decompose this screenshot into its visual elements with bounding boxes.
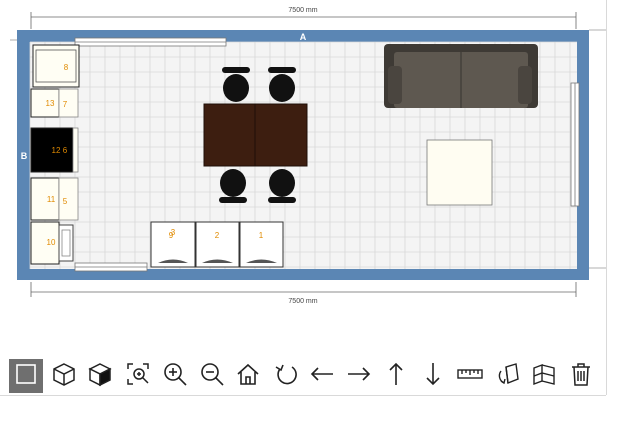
square-select-icon [13, 361, 39, 392]
window-bottom[interactable] [74, 262, 148, 272]
chair[interactable] [222, 67, 250, 102]
cabinet-11-label: 11 [47, 195, 56, 204]
trash-icon [568, 361, 594, 392]
dimension-bottom [30, 282, 577, 297]
rotate-3d-button[interactable] [492, 359, 526, 393]
walls-view-button[interactable] [527, 359, 561, 393]
cabinet-8-label: 8 [64, 63, 69, 72]
cabinet-5-label: 5 [63, 197, 68, 206]
appliance-2[interactable] [195, 221, 240, 268]
toolbar [0, 355, 606, 395]
zoom-fit-icon [125, 361, 151, 392]
rotate-button[interactable] [270, 359, 304, 393]
sofa[interactable] [384, 44, 538, 108]
zoom-in-button[interactable] [158, 359, 192, 393]
wall-label-a: A [300, 32, 307, 42]
3d-solid-view-button[interactable] [83, 359, 117, 393]
delete-button[interactable] [564, 359, 598, 393]
home-icon [235, 361, 261, 392]
arrow-down-icon [420, 361, 446, 392]
cabinet-6-label: 6 [63, 146, 68, 155]
wall-label-b: B [21, 151, 28, 161]
cabinet-13-7[interactable] [30, 88, 79, 118]
cabinet-7-label: 7 [63, 100, 68, 109]
home-view-button[interactable] [231, 359, 265, 393]
chair[interactable] [268, 67, 296, 102]
rotate-box-icon [496, 361, 522, 392]
move-down-button[interactable] [416, 359, 450, 393]
zoom-out-button[interactable] [195, 359, 229, 393]
cube-outline-icon [51, 361, 77, 392]
arrow-up-icon [383, 361, 409, 392]
appliance-9-label: 9 [169, 231, 174, 240]
select-tool-button[interactable] [9, 359, 43, 393]
cabinet-10-label: 10 [47, 238, 56, 247]
appliance-1[interactable] [239, 221, 284, 268]
window-top[interactable] [74, 37, 227, 47]
move-left-button[interactable] [305, 359, 339, 393]
panel-divider-right [606, 0, 607, 395]
chair[interactable] [268, 169, 296, 203]
chair[interactable] [219, 169, 247, 203]
dimension-bottom-label: 7500 mm [288, 298, 317, 305]
window-right[interactable] [570, 82, 580, 207]
move-right-button[interactable] [342, 359, 376, 393]
arrow-left-icon [309, 361, 335, 392]
walls-icon [531, 361, 557, 392]
coffee-table[interactable] [426, 139, 493, 206]
cube-solid-icon [87, 361, 113, 392]
arrow-right-icon [346, 361, 372, 392]
zoom-fit-button[interactable] [121, 359, 155, 393]
floor-plan[interactable]: 7500 mm 7500 mm A B 8 13 7 12 6 11 5 10 … [0, 0, 606, 355]
appliance-1-label: 1 [259, 231, 264, 240]
move-up-button[interactable] [379, 359, 413, 393]
dimension-top [30, 12, 577, 29]
ruler-icon [457, 361, 483, 392]
cabinet-8[interactable] [32, 44, 80, 88]
cabinet-12-label: 12 [52, 146, 61, 155]
zoom-in-icon [162, 361, 188, 392]
rotate-icon [274, 361, 300, 392]
zoom-out-icon [199, 361, 225, 392]
cabinet-13-label: 13 [46, 99, 55, 108]
panel-divider-bottom [0, 395, 606, 396]
3d-wire-view-button[interactable] [47, 359, 81, 393]
measure-button[interactable] [453, 359, 487, 393]
appliance-2-label: 2 [215, 231, 220, 240]
dining-table[interactable] [203, 103, 308, 167]
dimension-top-label: 7500 mm [288, 7, 317, 14]
